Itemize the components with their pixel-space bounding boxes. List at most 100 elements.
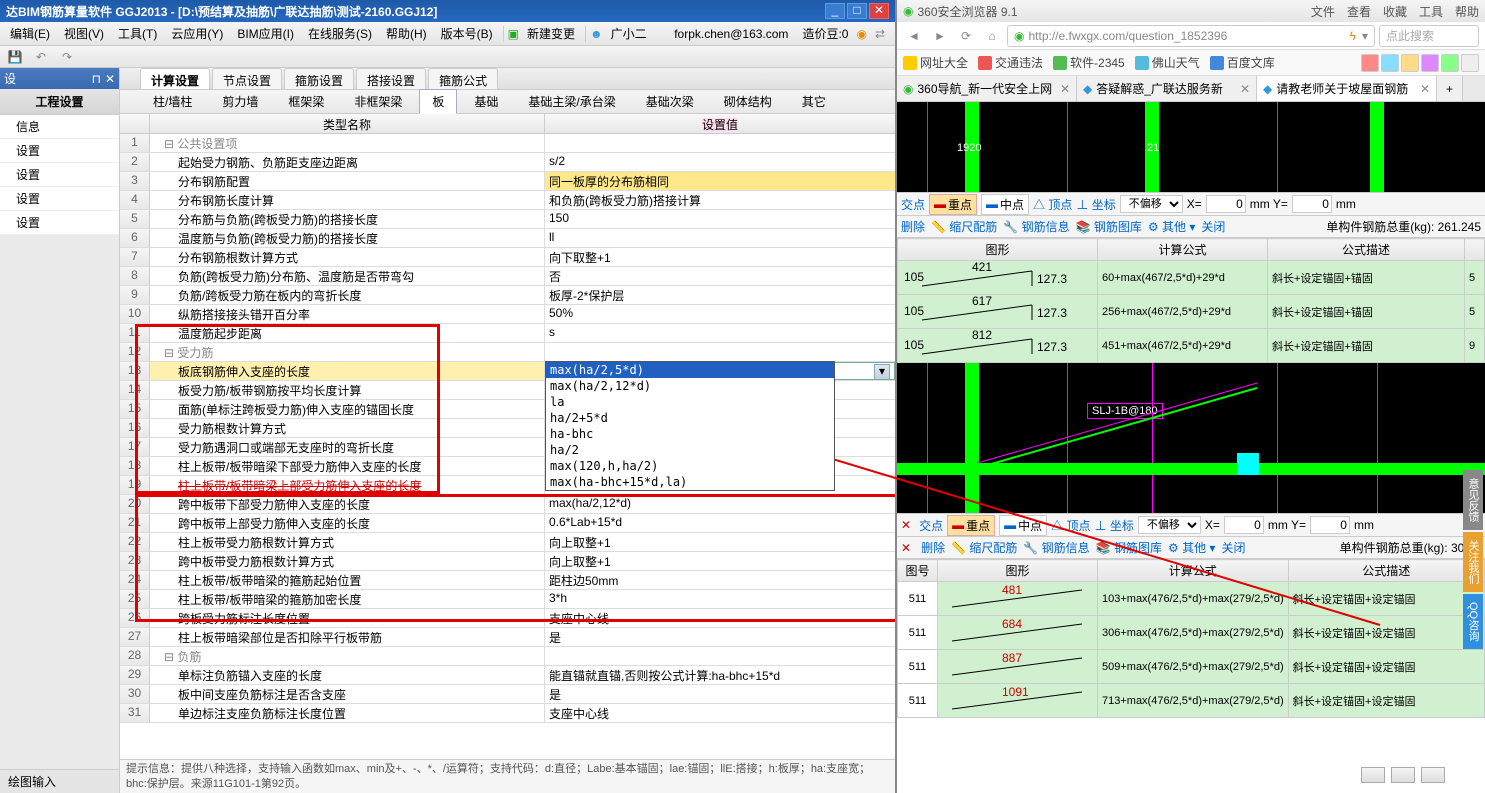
other-link[interactable]: ⚙ 其他 ▾ bbox=[1148, 218, 1195, 235]
close-link[interactable]: 关闭 bbox=[1201, 218, 1225, 235]
grid-row[interactable]: 24柱上板带/板带暗梁的箍筋起始位置距柱边50mm bbox=[120, 571, 895, 590]
offset-select[interactable]: 不偏移 bbox=[1120, 195, 1183, 213]
draw-input-label[interactable]: 绘图输入 bbox=[0, 769, 119, 793]
dropdown-option[interactable]: max(ha/2,12*d) bbox=[546, 378, 834, 394]
rebar-lib-link[interactable]: 📚 钢筋图库 bbox=[1096, 539, 1162, 556]
user-email[interactable]: forpk.chen@163.com bbox=[668, 25, 794, 43]
cad-viewport-1[interactable]: 1920 21 bbox=[897, 102, 1485, 192]
tree-item[interactable]: 信息 bbox=[0, 115, 119, 139]
tree-item[interactable]: 设置 bbox=[0, 139, 119, 163]
helper-button[interactable]: 广小二 bbox=[605, 23, 653, 44]
grid-row[interactable]: 22柱上板带受力筋根数计算方式向上取整+1 bbox=[120, 533, 895, 552]
grid-row[interactable]: 12⊟ 受力筋 bbox=[120, 343, 895, 362]
bm-tool[interactable] bbox=[1441, 54, 1459, 72]
menu-help[interactable]: 帮助(H) bbox=[380, 23, 433, 44]
forward-button[interactable]: ► bbox=[929, 25, 951, 47]
grid-row[interactable]: 5分布筋与负筋(跨板受力筋)的搭接长度150 bbox=[120, 210, 895, 229]
min-button[interactable] bbox=[1361, 767, 1385, 783]
subtab-column[interactable]: 柱/墙柱 bbox=[140, 89, 205, 114]
grid-row[interactable]: 10纵筋搭接接头错开百分率50% bbox=[120, 305, 895, 324]
scale-link[interactable]: 📏 缩尺配筋 bbox=[931, 218, 997, 235]
tab-close-icon[interactable]: ✕ bbox=[1060, 82, 1070, 96]
tree-item[interactable]: 设置 bbox=[0, 211, 119, 235]
br-menu-fav[interactable]: 收藏 bbox=[1383, 3, 1407, 20]
save-button[interactable]: 💾 bbox=[4, 48, 26, 66]
bm-tool[interactable] bbox=[1421, 54, 1439, 72]
setting-value[interactable]: max(ha/2,12*d) bbox=[545, 495, 895, 513]
snap-intersect[interactable]: 交点 bbox=[901, 196, 925, 213]
menu-edit[interactable]: 编辑(E) bbox=[4, 23, 56, 44]
url-input[interactable]: ◉ http://e.fwxgx.com/question_1852396 ϟ … bbox=[1007, 25, 1375, 47]
snap-center-btn[interactable]: ▬中点 bbox=[999, 515, 1047, 536]
rebar-info-link[interactable]: 🔧 钢筋信息 bbox=[1023, 539, 1089, 556]
undo-button[interactable]: ↶ bbox=[30, 48, 52, 66]
snap-midpoint-btn[interactable]: ▬重点 bbox=[947, 515, 995, 536]
snap-coord[interactable]: ⊥ 坐标 bbox=[1076, 196, 1115, 213]
grid-row[interactable]: 30板中间支座负筋标注是否含支座是 bbox=[120, 685, 895, 704]
snap-midpoint-btn[interactable]: ▬重点 bbox=[929, 194, 977, 215]
setting-value[interactable] bbox=[545, 343, 895, 361]
back-button[interactable]: ◄ bbox=[903, 25, 925, 47]
table-row[interactable]: 511684306+max(476/2,5*d)+max(279/2,5*d)斜… bbox=[898, 616, 1485, 650]
bm-tool[interactable] bbox=[1401, 54, 1419, 72]
dropdown-toggle[interactable]: ▾ bbox=[874, 364, 890, 380]
value-dropdown[interactable]: max(ha/2,5*d)max(ha/2,12*d)laha/2+5*dha-… bbox=[545, 361, 835, 491]
bm-tool[interactable] bbox=[1461, 54, 1479, 72]
search-input[interactable]: 点此搜索 bbox=[1379, 25, 1479, 47]
bookmark-item[interactable]: 百度文库 bbox=[1210, 54, 1275, 71]
subtab-mainbeam[interactable]: 基础主梁/承台梁 bbox=[515, 89, 628, 114]
browser-tab[interactable]: ◆答疑解惑_广联达服务新✕ bbox=[1077, 76, 1257, 101]
delete-link[interactable]: 删除 bbox=[901, 218, 925, 235]
setting-value[interactable]: s/2 bbox=[545, 153, 895, 171]
home-button[interactable]: ⌂ bbox=[981, 25, 1003, 47]
menu-view[interactable]: 视图(V) bbox=[58, 23, 110, 44]
table-row[interactable]: 5111091713+max(476/2,5*d)+max(279/2,5*d)… bbox=[898, 684, 1485, 718]
close-link[interactable]: 关闭 bbox=[1221, 539, 1245, 556]
tab-stirrup-formula[interactable]: 箍筋公式 bbox=[428, 68, 498, 89]
setting-value[interactable]: 能直锚就直锚,否则按公式计算:ha-bhc+15*d bbox=[545, 666, 895, 684]
grid-row[interactable]: 9负筋/跨板受力筋在板内的弯折长度板厚-2*保护层 bbox=[120, 286, 895, 305]
subtab-foundation[interactable]: 基础 bbox=[461, 89, 511, 114]
setting-value[interactable]: 和负筋(跨板受力筋)搭接计算 bbox=[545, 191, 895, 209]
subtab-shearwall[interactable]: 剪力墙 bbox=[209, 89, 271, 114]
close-button[interactable]: ✕ bbox=[869, 3, 889, 19]
grid-row[interactable]: 26跨板受力筋标注长度位置支座中心线 bbox=[120, 609, 895, 628]
table-row[interactable]: 617127.3105256+max(467/2,5*d)+29*d斜长+设定锚… bbox=[898, 295, 1485, 329]
grid-row[interactable]: 11温度筋起步距离s bbox=[120, 324, 895, 343]
minimize-button[interactable]: _ bbox=[825, 3, 845, 19]
tab-calc-settings[interactable]: 计算设置 bbox=[140, 68, 210, 89]
setting-value[interactable]: 支座中心线 bbox=[545, 609, 895, 627]
setting-value[interactable]: 向下取整+1 bbox=[545, 248, 895, 266]
setting-value[interactable]: 0.6*Lab+15*d bbox=[545, 514, 895, 532]
tab-close-icon[interactable]: ✕ bbox=[1420, 82, 1430, 96]
grid-row[interactable]: 20跨中板带下部受力筋伸入支座的长度max(ha/2,12*d) bbox=[120, 495, 895, 514]
dropdown-option[interactable]: max(120,h,ha/2) bbox=[546, 458, 834, 474]
delete-link[interactable]: 删除 bbox=[921, 539, 945, 556]
setting-value[interactable]: 150 bbox=[545, 210, 895, 228]
rebar-info-link[interactable]: 🔧 钢筋信息 bbox=[1003, 218, 1069, 235]
grid-row[interactable]: 25柱上板带/板带暗梁的箍筋加密长度3*h bbox=[120, 590, 895, 609]
setting-value[interactable]: 板厚-2*保护层 bbox=[545, 286, 895, 304]
snap-vertex[interactable]: △ 顶点 bbox=[1033, 196, 1072, 213]
grid-row[interactable]: 2起始受力钢筋、负筋距支座边距离s/2 bbox=[120, 153, 895, 172]
grid-row[interactable]: 6温度筋与负筋(跨板受力筋)的搭接长度ll bbox=[120, 229, 895, 248]
tree-item[interactable]: 设置 bbox=[0, 187, 119, 211]
snap-center-btn[interactable]: ▬中点 bbox=[981, 194, 1029, 215]
tab-close-icon[interactable]: ✕ bbox=[1240, 82, 1250, 96]
br-menu-tools[interactable]: 工具 bbox=[1419, 3, 1443, 20]
table-row[interactable]: 812127.3105451+max(467/2,5*d)+29*d斜长+设定锚… bbox=[898, 329, 1485, 363]
browser-tab[interactable]: ◆请教老师关于坡屋面钢筋✕ bbox=[1257, 76, 1437, 101]
tree-item[interactable]: 设置 bbox=[0, 163, 119, 187]
x-input[interactable] bbox=[1224, 516, 1264, 534]
tab-node-settings[interactable]: 节点设置 bbox=[212, 68, 282, 89]
subtab-other[interactable]: 其它 bbox=[789, 89, 839, 114]
setting-value[interactable] bbox=[545, 647, 895, 665]
sidebar-close-icon[interactable]: ✕ bbox=[105, 72, 115, 86]
grid-row[interactable]: 31单边标注支座负筋标注长度位置支座中心线 bbox=[120, 704, 895, 723]
menu-tools[interactable]: 工具(T) bbox=[112, 23, 163, 44]
tab-lap-settings[interactable]: 搭接设置 bbox=[356, 68, 426, 89]
scale-link[interactable]: 📏 缩尺配筋 bbox=[951, 539, 1017, 556]
x-input[interactable] bbox=[1206, 195, 1246, 213]
snap-coord[interactable]: ⊥ 坐标 bbox=[1094, 517, 1133, 534]
grid-row[interactable]: 8负筋(跨板受力筋)分布筋、温度筋是否带弯勾否 bbox=[120, 267, 895, 286]
